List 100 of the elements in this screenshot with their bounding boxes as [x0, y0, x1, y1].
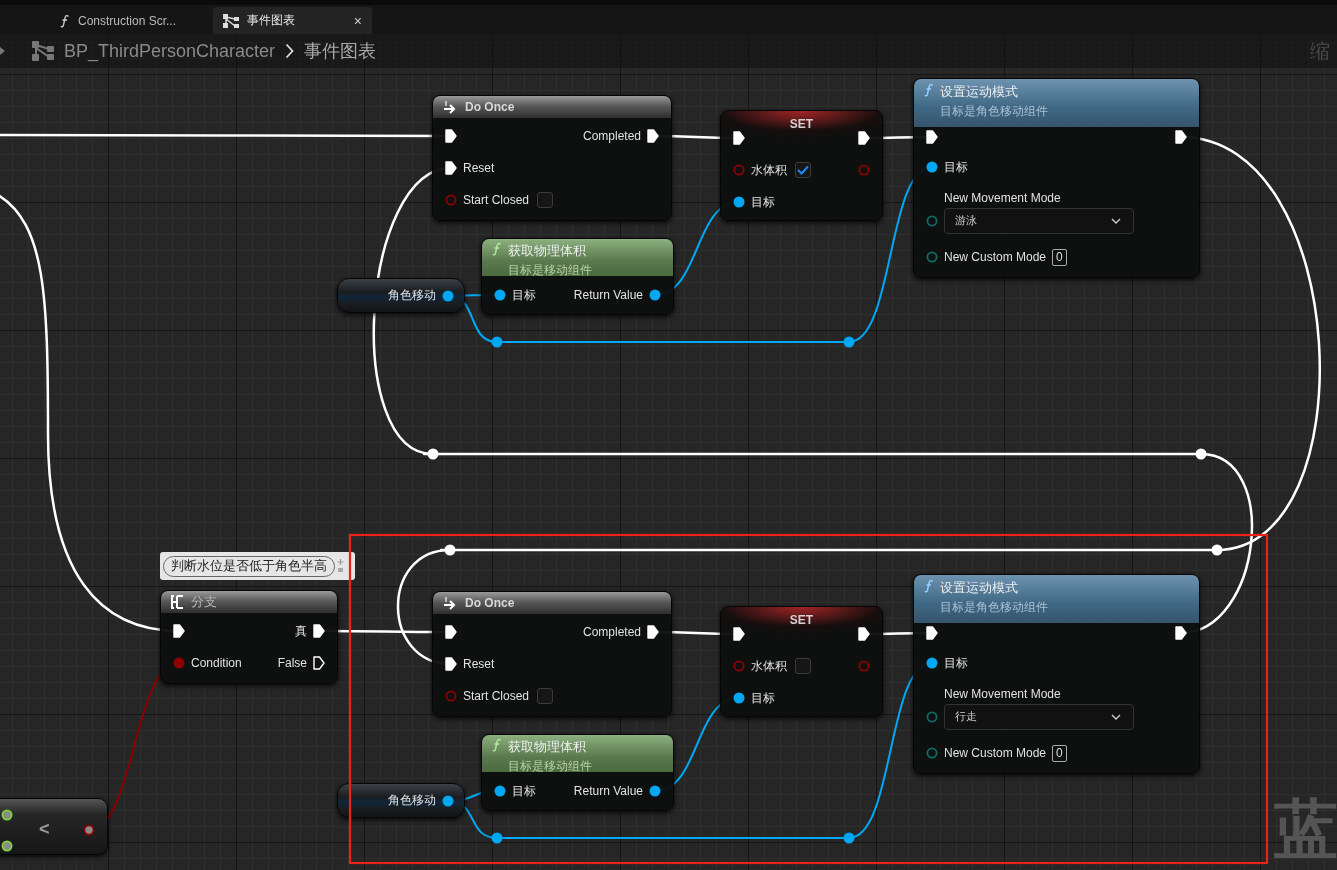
variable-node[interactable]: 角色移动: [337, 783, 465, 818]
node-subtitle: 目标是移动组件: [508, 262, 592, 279]
exec-pin[interactable]: [926, 626, 938, 640]
reroute-knot[interactable]: [491, 832, 503, 844]
exec-pin[interactable]: [926, 130, 938, 144]
data-pin[interactable]: [83, 823, 95, 838]
checkbox[interactable]: [795, 162, 811, 178]
pin-label: 目标: [944, 158, 968, 176]
checkbox[interactable]: [537, 688, 554, 704]
function-icon: [924, 83, 934, 97]
reroute-knot[interactable]: [1211, 544, 1223, 556]
blueprint-node[interactable]: Do Once Completed Reset Start Closed: [432, 95, 672, 221]
exec-pin[interactable]: [1175, 130, 1187, 144]
blueprint-node[interactable]: 设置运动模式 目标是角色移动组件 目标 New Movement Mode 游泳 New Custom Mode 0: [913, 78, 1200, 278]
data-pin[interactable]: [442, 793, 454, 808]
reroute-knot[interactable]: [427, 448, 439, 460]
exec-pin[interactable]: [858, 627, 870, 641]
pin-label: 真: [295, 622, 307, 640]
pin-label: Condition: [191, 656, 242, 670]
reroute-knot[interactable]: [843, 336, 855, 348]
exec-pin[interactable]: [647, 129, 659, 143]
blueprint-node[interactable]: SET 水体积 目标: [720, 606, 883, 717]
checkbox[interactable]: [795, 658, 811, 674]
breadcrumb-item[interactable]: BP_ThirdPersonCharacter: [64, 40, 276, 62]
number-field[interactable]: 0: [1052, 744, 1067, 762]
pin-label: 角色移动: [388, 792, 436, 809]
reroute-knot[interactable]: [491, 336, 503, 348]
data-pin[interactable]: [649, 784, 661, 798]
node-title: Do Once: [465, 100, 515, 114]
pin-label: 目标: [751, 193, 775, 211]
pin-label: 水体积: [751, 657, 787, 675]
data-pin[interactable]: [926, 160, 938, 174]
pin-label: 目标: [512, 286, 536, 304]
blueprint-node[interactable]: Do Once Completed Reset Start Closed: [432, 591, 672, 717]
editor-tab[interactable]: Construction Scr...: [50, 7, 205, 34]
pin-label: Start Closed: [463, 689, 530, 703]
data-pin[interactable]: [494, 784, 506, 798]
pin-label: 目标: [944, 654, 968, 672]
reroute-knot[interactable]: [843, 832, 855, 844]
blueprint-node[interactable]: 获取物理体积 目标是移动组件 目标 Return Value: [481, 238, 674, 315]
blueprint-node[interactable]: 分支 真 Condition False: [160, 590, 338, 684]
blueprint-node[interactable]: SET 水体积 目标: [720, 110, 883, 221]
editor-tab[interactable]: 事件图表 ×: [213, 7, 372, 34]
expand-arrow-icon[interactable]: [0, 46, 6, 56]
node-subtitle: 目标是移动组件: [508, 758, 592, 775]
graph-icon: [223, 13, 239, 28]
pin-label: 目标: [512, 782, 536, 800]
data-pin[interactable]: [649, 288, 661, 302]
chevron-icon: [1111, 713, 1121, 720]
pin-label: Completed: [582, 625, 641, 639]
node-title: 获取物理体积: [508, 242, 587, 260]
exec-pin[interactable]: [445, 129, 457, 143]
exec-pin[interactable]: [733, 627, 745, 641]
exec-pin[interactable]: [858, 131, 870, 145]
exec-pin[interactable]: [733, 131, 745, 145]
exec-pin[interactable]: [445, 161, 457, 175]
pin-label: 目标: [751, 689, 775, 707]
exec-pin[interactable]: [313, 624, 325, 638]
exec-pin[interactable]: [647, 625, 659, 639]
data-pin[interactable]: [442, 288, 454, 303]
data-pin[interactable]: [733, 691, 745, 705]
node-title: 设置运动模式: [940, 83, 1019, 101]
blueprint-node[interactable]: <: [0, 798, 108, 855]
data-pin[interactable]: [733, 195, 745, 209]
data-pin[interactable]: [494, 288, 506, 302]
data-pin[interactable]: [1, 838, 13, 853]
exec-pin[interactable]: [1175, 626, 1187, 640]
pin-label: Reset: [463, 657, 495, 671]
branch-icon: [171, 594, 185, 610]
checkbox[interactable]: [537, 192, 554, 208]
variable-node[interactable]: 角色移动: [337, 278, 465, 313]
tab-label: Construction Scr...: [78, 13, 177, 28]
node-title: 设置运动模式: [940, 579, 1019, 597]
reroute-knot[interactable]: [444, 544, 456, 556]
data-pin[interactable]: [1, 807, 13, 822]
pin-label: New Custom Mode: [944, 746, 1047, 760]
breadcrumb-item[interactable]: 事件图表: [304, 39, 377, 63]
function-icon: [924, 579, 934, 593]
pin-label: Return Value: [573, 784, 643, 798]
number-field[interactable]: 0: [1052, 248, 1067, 266]
dropdown[interactable]: 游泳: [944, 207, 1134, 234]
checkmark-icon: [797, 165, 809, 175]
close-button[interactable]: ×: [353, 12, 362, 29]
pin-label: 角色移动: [388, 287, 436, 304]
data-pin[interactable]: [926, 656, 938, 670]
pin-label: New Movement Mode: [944, 686, 1062, 701]
exec-pin[interactable]: [445, 625, 457, 639]
node-title: Do Once: [465, 596, 515, 610]
reroute-knot[interactable]: [1195, 448, 1207, 460]
node-title: 获取物理体积: [508, 738, 587, 756]
exec-pin[interactable]: [173, 624, 185, 638]
tab-label: 事件图表: [247, 12, 295, 29]
exec-pin[interactable]: [445, 657, 457, 671]
dropdown[interactable]: 行走: [944, 703, 1134, 730]
function-icon: [492, 738, 502, 752]
exec-pin[interactable]: [313, 656, 325, 670]
blueprint-node[interactable]: 设置运动模式 目标是角色移动组件 目标 New Movement Mode 行走 New Custom Mode 0: [913, 574, 1200, 774]
blueprint-node[interactable]: 获取物理体积 目标是移动组件 目标 Return Value: [481, 734, 674, 811]
pin-label: New Movement Mode: [944, 190, 1062, 205]
pin-label: Start Closed: [463, 193, 530, 207]
